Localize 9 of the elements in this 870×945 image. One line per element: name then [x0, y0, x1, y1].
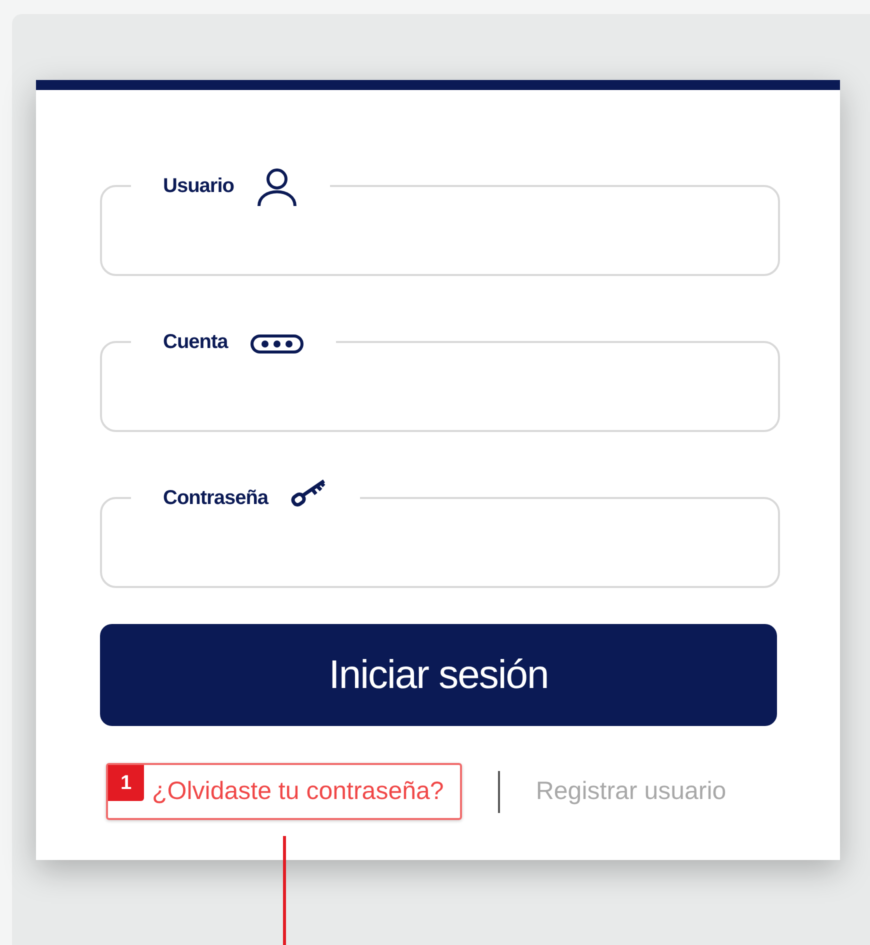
login-button[interactable]: Iniciar sesión: [100, 624, 777, 726]
link[interactable]: 1 ¿Olvidaste tu contraseña?: [106, 763, 462, 820]
input-field[interactable]: Contraseña: [100, 477, 780, 588]
dots-icon: [250, 334, 304, 354]
annotation-badge: 1: [108, 765, 144, 801]
field-label: Cuenta: [163, 332, 228, 355]
field-label: Usuario: [163, 176, 234, 199]
user-icon: [256, 167, 298, 207]
field-label: Contraseña: [163, 488, 268, 511]
